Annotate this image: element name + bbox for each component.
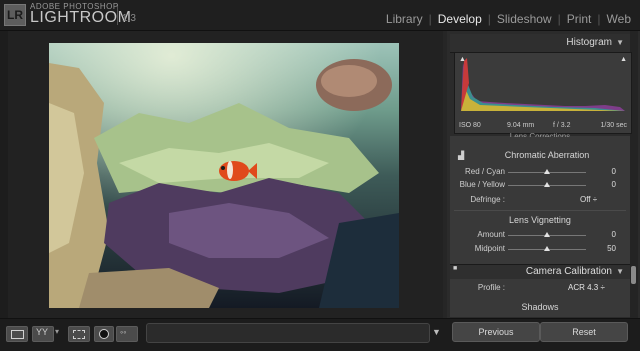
midpoint-knob[interactable] (544, 246, 550, 251)
module-develop[interactable]: Develop (433, 12, 487, 26)
panel-toggle-icon[interactable]: ■ (453, 265, 457, 272)
spot-removal-button[interactable]: ◦◦ (116, 326, 138, 342)
histogram-title: Histogram (566, 37, 612, 48)
photo-preview[interactable] (49, 43, 399, 308)
toolbar-field[interactable] (146, 323, 430, 343)
module-picker: Library | Develop | Slideshow | Print | … (381, 12, 636, 26)
amount-value[interactable]: 0 (586, 230, 616, 239)
lens-corrections-header[interactable]: Lens Corrections (450, 132, 630, 137)
defringe-select[interactable]: Off ÷ (580, 195, 597, 204)
chromatic-aberration-title: Chromatic Aberration (504, 150, 590, 160)
iso-value: ISO 80 (459, 122, 481, 129)
midpoint-label: Midpoint (474, 244, 505, 253)
before-after-icon: YY (36, 327, 49, 337)
red-eye-icon (99, 329, 109, 339)
scrollbar-thumb[interactable] (631, 266, 636, 284)
profile-select[interactable]: ACR 4.3 ÷ (568, 283, 605, 292)
histogram-header[interactable]: Histogram ▼ (450, 34, 630, 53)
amount-knob[interactable] (544, 232, 550, 237)
blue-yellow-value[interactable]: 0 (586, 180, 616, 189)
midpoint-value[interactable]: 50 (586, 244, 616, 253)
toolbar-menu-icon[interactable]: ▼ (432, 327, 441, 337)
aperture: f / 3.2 (553, 122, 571, 129)
before-after-dropdown-icon[interactable]: ▾ (55, 327, 59, 336)
lightroom-logo: LR (4, 4, 26, 26)
shutter-speed: 1/30 sec (600, 122, 627, 129)
histogram: ▲ ▲ ISO 80 9.04 mm f / 3.2 1/30 sec (454, 52, 632, 134)
module-print[interactable]: Print (562, 12, 597, 26)
red-cyan-label: Red / Cyan (464, 167, 505, 176)
red-cyan-knob[interactable] (544, 169, 550, 174)
blue-yellow-knob[interactable] (544, 182, 550, 187)
camera-calibration-header[interactable]: ■ Camera Calibration ▼ (450, 264, 630, 280)
module-web[interactable]: Web (602, 12, 636, 26)
app-version: 1.3 (122, 13, 136, 24)
focal-length: 9.04 mm (507, 122, 535, 129)
crop-icon (73, 330, 85, 339)
defringe-label: Defringe : (470, 195, 505, 204)
amount-label: Amount (477, 230, 505, 239)
reset-button[interactable]: Reset (540, 322, 628, 342)
shadows-label: Shadows (521, 302, 559, 312)
brand-title: LIGHTROOM (30, 9, 132, 26)
module-slideshow[interactable]: Slideshow (492, 12, 557, 26)
section-divider (454, 210, 626, 211)
red-cyan-value[interactable]: 0 (586, 167, 616, 176)
lens-vignetting-title: Lens Vignetting (509, 215, 571, 225)
crop-tool-button[interactable] (68, 326, 90, 342)
loupe-view-icon (11, 330, 24, 339)
previous-button[interactable]: Previous (452, 322, 540, 342)
red-eye-tool-button[interactable] (94, 326, 114, 342)
collapse-icon[interactable]: ▼ (616, 38, 624, 47)
loupe-view-button[interactable] (6, 326, 28, 342)
spot-removal-icon: ◦◦ (120, 327, 127, 337)
before-after-button[interactable]: YY (32, 326, 54, 342)
profile-label: Profile : (477, 283, 505, 292)
left-panel-collapsed[interactable] (0, 31, 8, 318)
module-library[interactable]: Library (381, 12, 428, 26)
camera-calibration-title: Camera Calibration (525, 266, 612, 277)
collapse-icon[interactable]: ▼ (616, 267, 624, 276)
histogram-clip-shadow-icon[interactable]: ▲ (459, 56, 466, 63)
blue-yellow-label: Blue / Yellow (459, 180, 505, 189)
histogram-clip-highlight-icon[interactable]: ▲ (620, 56, 627, 63)
